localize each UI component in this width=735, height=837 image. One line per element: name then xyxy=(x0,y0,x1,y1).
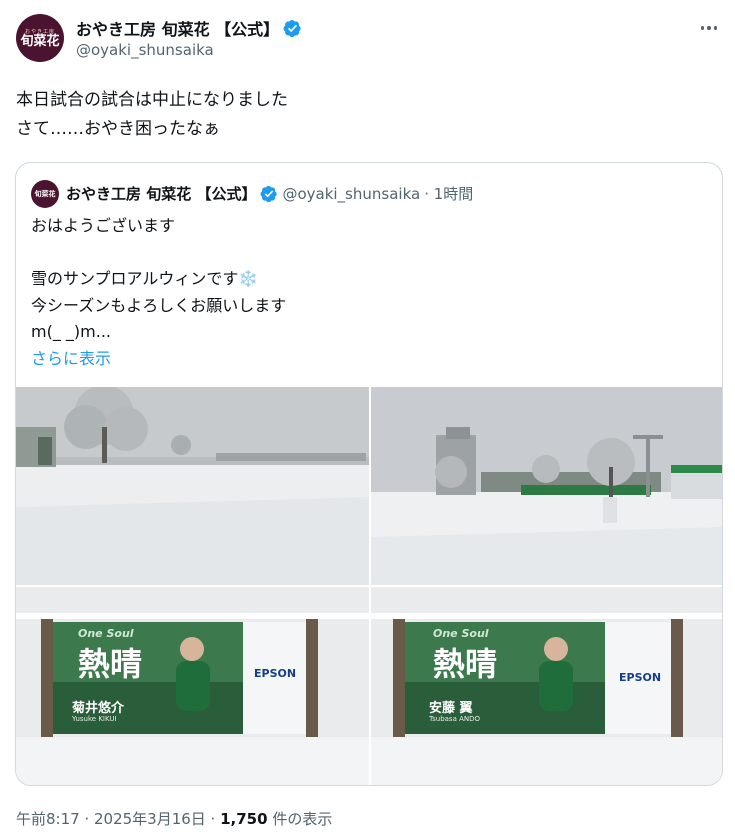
photo-grid: One Soul 熱晴 菊井悠介 Yusuke KIKUI EPSON One … xyxy=(16,387,722,785)
tweet-text-line: さて……おやき困ったなぁ xyxy=(16,119,220,139)
author-handle[interactable]: @oyaki_shunsaika xyxy=(76,41,214,59)
author-name[interactable]: おやき工房 旬菜花 【公式】 xyxy=(76,16,279,40)
timestamp[interactable]: 午前8:17 · 2025年3月16日 · xyxy=(16,810,220,828)
sponsor-text: EPSON xyxy=(254,667,297,680)
quoted-avatar-text: 旬菜花 xyxy=(34,189,56,198)
views-count[interactable]: 1,750 xyxy=(220,810,267,828)
sponsor-text: EPSON xyxy=(619,671,662,684)
quoted-tweet[interactable]: 旬菜花 おやき工房 旬菜花 【公式】 @oyaki_shunsaika · 1時… xyxy=(15,162,723,786)
avatar-logo-text: 旬菜花 xyxy=(20,33,60,49)
author-name-row[interactable]: おやき工房 旬菜花 【公式】 xyxy=(76,16,302,40)
player-banner-image xyxy=(16,587,369,785)
photo-banner-kikui[interactable]: One Soul 熱晴 菊井悠介 Yusuke KIKUI EPSON xyxy=(16,587,369,785)
show-more-link[interactable]: さらに表示 xyxy=(31,346,286,373)
quoted-text-line: おはようございます xyxy=(31,216,176,235)
photo-banner-ando[interactable]: One Soul 熱晴 安藤 翼 Tsubasa ANDO EPSON xyxy=(371,587,722,785)
photo-snowy-stadium[interactable] xyxy=(371,387,722,585)
quoted-header: おやき工房 旬菜花 【公式】 @oyaki_shunsaika · 1時間 xyxy=(66,183,473,204)
tweet-footer: 午前8:17 · 2025年3月16日 · 1,750 件の表示 xyxy=(16,808,332,829)
snowy-stadium-image xyxy=(371,387,722,585)
player-roman-text: Tsubasa ANDO xyxy=(429,715,481,723)
views-label: 件の表示 xyxy=(267,810,333,828)
snowy-field-image xyxy=(16,387,369,585)
quoted-text-line: m(_ _)m... xyxy=(31,322,111,341)
player-name-text: 菊井悠介 xyxy=(72,701,125,716)
author-avatar[interactable]: おやき工房 旬菜花 xyxy=(16,14,64,62)
quoted-author-avatar[interactable]: 旬菜花 xyxy=(31,180,59,208)
tweet-text: 本日試合の試合は中止になりました さて……おやき困ったなぁ xyxy=(16,86,288,144)
verified-badge-icon xyxy=(283,19,301,37)
player-name-text: 安藤 翼 xyxy=(429,701,473,716)
quoted-author-handle[interactable]: @oyaki_shunsaika xyxy=(282,185,420,203)
tweet-text-line: 本日試合の試合は中止になりました xyxy=(16,90,288,110)
banner-big-text: 熱晴 xyxy=(433,645,498,683)
quoted-author-name[interactable]: おやき工房 旬菜花 【公式】 xyxy=(66,183,256,204)
player-banner-image xyxy=(371,587,722,785)
quoted-text-line: 雪のサンプロアルウィンです❄️ xyxy=(31,269,259,288)
player-roman-text: Yusuke KIKUI xyxy=(72,715,117,723)
quoted-time-ago[interactable]: · 1時間 xyxy=(424,183,473,204)
verified-badge-icon xyxy=(260,185,278,202)
photo-snowy-field[interactable] xyxy=(16,387,369,585)
quoted-text-line: 今シーズンもよろしくお願いします xyxy=(31,295,287,315)
banner-big-text: 熱晴 xyxy=(78,645,143,683)
quoted-text: おはようございます 雪のサンプロアルウィンです❄️ 今シーズンもよろしくお願いし… xyxy=(31,213,286,372)
more-options-icon[interactable] xyxy=(697,18,721,38)
quoted-text-line xyxy=(31,240,286,267)
